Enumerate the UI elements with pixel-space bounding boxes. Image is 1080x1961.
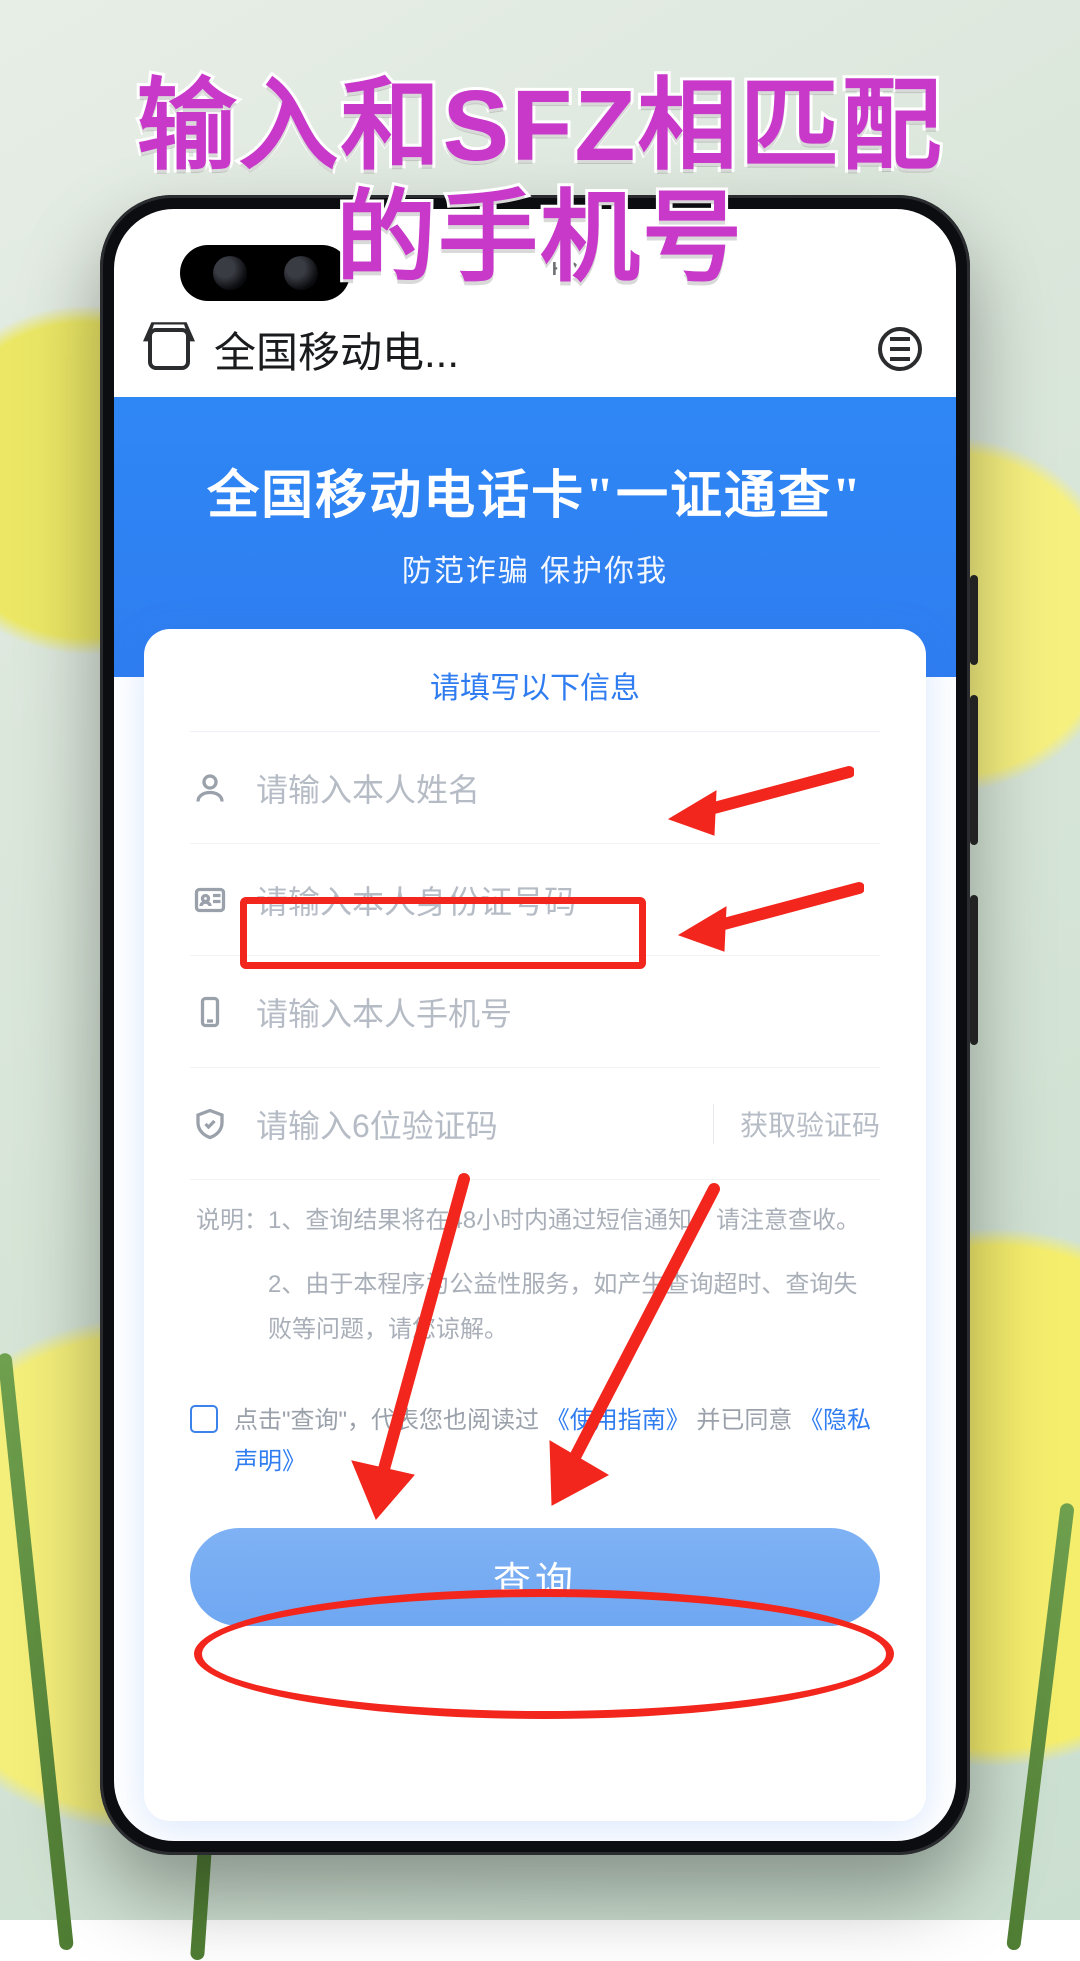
annotation-arrow-name — [654, 757, 854, 852]
phone-vol-up-button — [970, 695, 978, 845]
annotation-rect-id — [240, 897, 646, 969]
caption-line-2: 的手机号 — [0, 182, 1080, 294]
phone-field[interactable]: 请输入本人手机号 — [190, 956, 880, 1068]
meme-caption: 输入和SFZ相匹配 的手机号 — [0, 70, 1080, 294]
phone-icon — [190, 992, 230, 1032]
hero-subtitle: 防范诈骗 保护你我 — [114, 546, 956, 590]
caption-line-1: 输入和SFZ相匹配 — [0, 70, 1080, 182]
phone-screen: HD 全国移动电... 全国移动电话卡"一证通查" 防范诈骗 保护你我 请填写以… — [114, 209, 956, 1841]
get-code-button[interactable]: 获取验证码 — [713, 1104, 880, 1144]
phone-placeholder: 请输入本人手机号 — [256, 989, 880, 1035]
person-icon — [190, 768, 230, 808]
more-menu-icon[interactable] — [878, 327, 922, 371]
phone-frame: HD 全国移动电... 全国移动电话卡"一证通查" 防范诈骗 保护你我 请填写以… — [100, 195, 970, 1855]
phone-power-button — [970, 575, 978, 665]
annotation-arrow-down-left — [334, 1169, 494, 1534]
agree-checkbox[interactable] — [190, 1405, 218, 1433]
annotation-arrow-down-right — [514, 1179, 734, 1524]
phone-vol-down-button — [970, 895, 978, 1045]
hero-title: 全国移动电话卡"一证通查" — [114, 397, 956, 528]
home-icon[interactable] — [148, 328, 190, 370]
code-placeholder: 请输入6位验证码 — [256, 1101, 687, 1147]
code-field[interactable]: 请输入6位验证码 获取验证码 — [190, 1068, 880, 1180]
annotation-arrow-id — [664, 873, 864, 968]
shield-icon — [190, 1104, 230, 1144]
form-header: 请填写以下信息 — [190, 629, 880, 732]
browser-chrome: 全国移动电... — [114, 301, 956, 397]
id-card-icon — [190, 880, 230, 920]
annotation-oval-submit — [194, 1589, 894, 1719]
page-title: 全国移动电... — [214, 319, 854, 380]
